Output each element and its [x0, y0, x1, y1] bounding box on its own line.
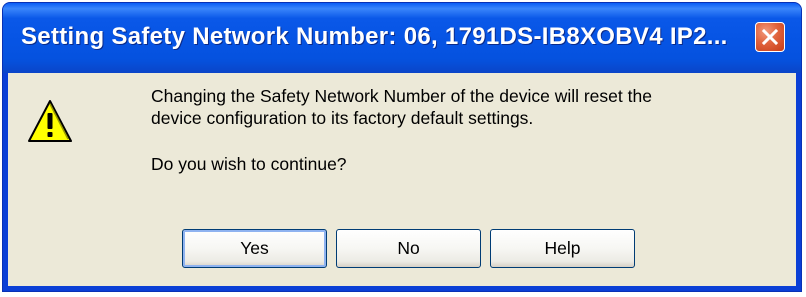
close-button[interactable] — [755, 22, 785, 52]
close-x-icon — [761, 28, 779, 46]
no-button[interactable]: No — [336, 229, 481, 268]
window-title: Setting Safety Network Number: 06, 1791D… — [21, 23, 728, 50]
yes-button[interactable]: Yes — [182, 229, 327, 268]
warning-triangle-icon — [28, 100, 72, 142]
dialog-window: Setting Safety Network Number: 06, 1791D… — [2, 2, 802, 292]
message-line-2: device configuration to its factory defa… — [151, 108, 534, 128]
message-line-1: Changing the Safety Network Number of th… — [151, 86, 652, 106]
title-bar[interactable]: Setting Safety Network Number: 06, 1791D… — [3, 3, 801, 73]
help-button[interactable]: Help — [490, 229, 635, 268]
confirmation-question: Do you wish to continue? — [151, 154, 347, 174]
dialog-body: Changing the Safety Network Number of th… — [8, 73, 796, 286]
